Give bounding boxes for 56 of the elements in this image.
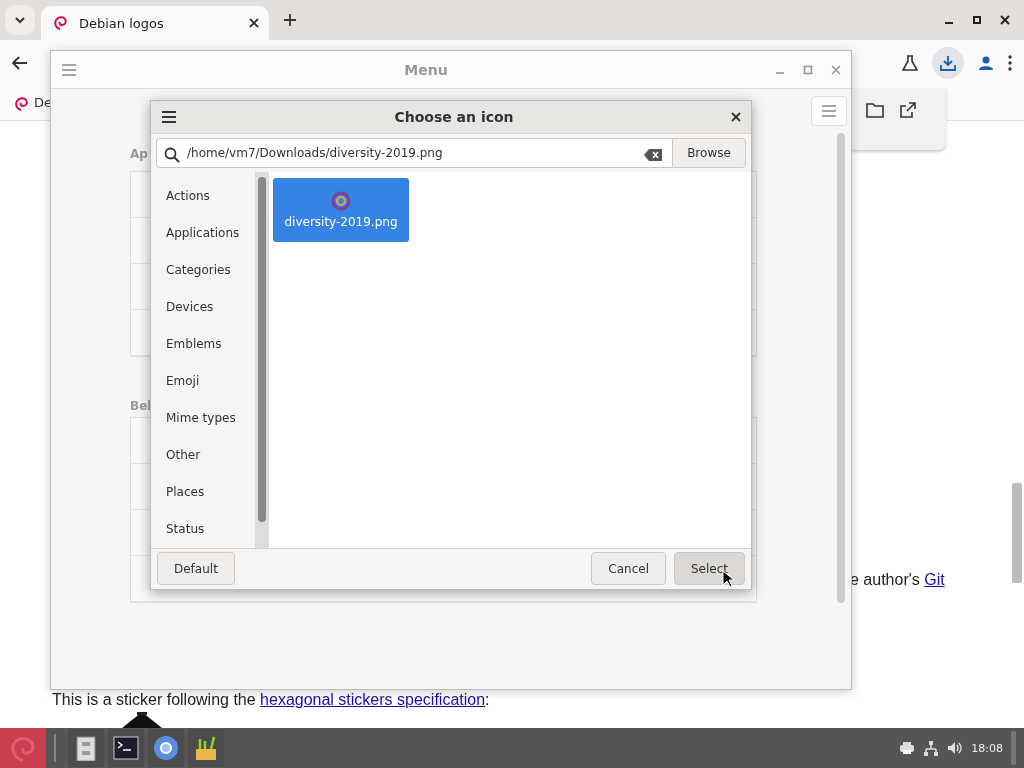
category-item[interactable]: Status	[155, 510, 255, 548]
category-item[interactable]: Devices	[155, 288, 255, 326]
paragraph-text: This is a sticker following the hexagonal stickers specification:	[52, 691, 490, 709]
download-icon	[940, 54, 956, 71]
scrollbar[interactable]	[837, 133, 845, 603]
file-cabinet-icon[interactable]	[73, 735, 99, 761]
icon-tile[interactable]: diversity-2019.png	[273, 177, 409, 242]
tab-list-button[interactable]	[5, 5, 35, 35]
plus-icon[interactable]	[283, 12, 297, 27]
default-button[interactable]: Default	[157, 552, 235, 586]
flask-icon[interactable]	[902, 54, 918, 71]
terminal-icon[interactable]	[113, 735, 139, 761]
search-icon	[164, 146, 180, 163]
cancel-button[interactable]: Cancel	[591, 552, 666, 586]
browser-icon[interactable]	[153, 735, 179, 761]
category-item[interactable]: Actions	[155, 177, 255, 215]
section-label: Ap	[130, 147, 148, 161]
profile-icon[interactable]	[978, 54, 994, 71]
dialog-title: Choose an icon	[393, 108, 515, 125]
network-icon[interactable]	[923, 740, 940, 756]
maximize-icon[interactable]	[972, 15, 982, 25]
volume-icon[interactable]	[947, 741, 964, 755]
category-item[interactable]: Other	[155, 436, 255, 474]
browse-button[interactable]: Browse	[672, 137, 746, 168]
browser-tab[interactable]: Debian logos	[41, 6, 269, 40]
clock-text: 18:08	[971, 741, 1003, 755]
path-field[interactable]: /home/vm7/Downloads/diversity-2019.png	[156, 137, 672, 168]
category-item[interactable]: Emblems	[155, 325, 255, 363]
panel-handle[interactable]	[1011, 731, 1016, 765]
close-icon[interactable]	[731, 111, 741, 122]
window-title: Menu	[403, 61, 449, 78]
start-button[interactable]	[0, 728, 46, 768]
scrollbar-thumb[interactable]	[258, 176, 266, 522]
close-icon[interactable]	[1000, 15, 1010, 25]
more-menu-icon[interactable]	[1008, 54, 1012, 71]
select-button[interactable]: Select	[673, 552, 745, 586]
printer-icon[interactable]	[899, 741, 916, 755]
external-link-icon[interactable]	[900, 102, 916, 118]
category-item[interactable]: Applications	[155, 214, 255, 252]
close-icon[interactable]	[249, 18, 259, 28]
menu-icon	[821, 105, 837, 117]
folder-icon[interactable]	[866, 102, 884, 118]
back-arrow-icon[interactable]	[12, 55, 28, 70]
category-item[interactable]: Places	[155, 473, 255, 511]
category-item[interactable]: Mime types	[155, 399, 255, 437]
section-label: Bel	[130, 399, 152, 413]
category-item[interactable]: Categories	[155, 251, 255, 289]
scrollbar-thumb[interactable]	[1012, 483, 1022, 583]
menu-icon[interactable]	[161, 110, 177, 123]
link[interactable]: Git	[924, 571, 945, 588]
chevron-icon	[14, 16, 26, 24]
link[interactable]: hexagonal stickers specification	[260, 691, 486, 708]
category-item[interactable]: Emoji	[155, 362, 255, 400]
download-button[interactable]	[932, 46, 964, 79]
clear-icon[interactable]	[644, 148, 662, 161]
toolbox-icon[interactable]	[193, 735, 219, 761]
